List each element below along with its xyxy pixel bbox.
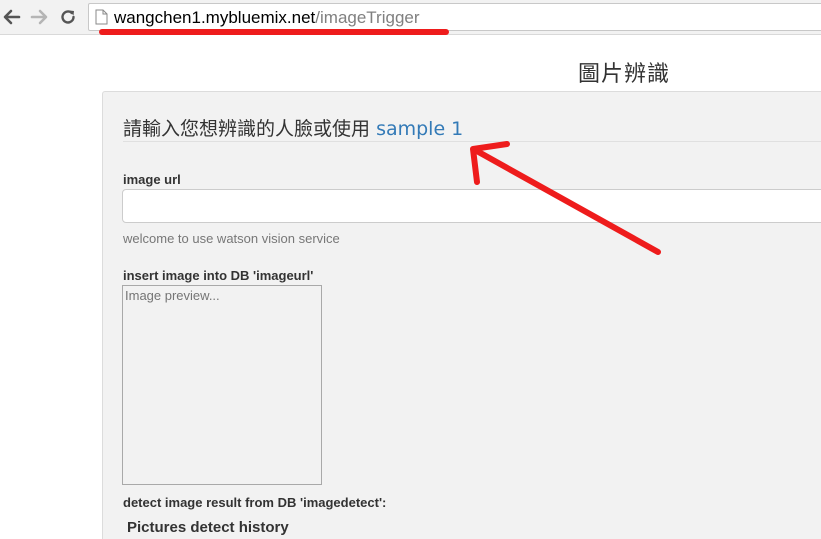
detect-result-label: detect image result from DB 'imagedetect… [123, 495, 387, 510]
annotation-arrow [470, 141, 661, 255]
reload-button[interactable] [58, 6, 78, 28]
image-url-help: welcome to use watson vision service [123, 231, 340, 246]
page-title: 圖片辨識 [578, 62, 671, 87]
history-title: Pictures detect history [127, 519, 289, 536]
panel-title: 請輸入您想辨識的人臉或使用 sample 1 [123, 114, 463, 141]
page-icon [95, 9, 108, 25]
image-url-label: image url [123, 172, 181, 187]
url-text[interactable]: wangchen1.mybluemix.net/imageTrigger [114, 7, 420, 29]
url-path: /imageTrigger [315, 8, 420, 27]
insert-image-label: insert image into DB 'imageurl' [123, 268, 314, 283]
image-preview-box[interactable] [122, 285, 322, 485]
annotation-underline [99, 29, 449, 35]
sample-link[interactable]: sample 1 [376, 118, 463, 140]
forward-button[interactable] [29, 6, 49, 28]
address-bar[interactable]: wangchen1.mybluemix.net/imageTrigger [88, 3, 821, 31]
panel-title-text: 請輸入您想辨識的人臉或使用 [123, 118, 371, 140]
back-button[interactable] [2, 6, 22, 28]
arrow-right-icon [30, 9, 48, 25]
arrow-left-icon [3, 9, 21, 25]
reload-icon [61, 10, 75, 24]
url-host: wangchen1.mybluemix.net [114, 8, 316, 27]
